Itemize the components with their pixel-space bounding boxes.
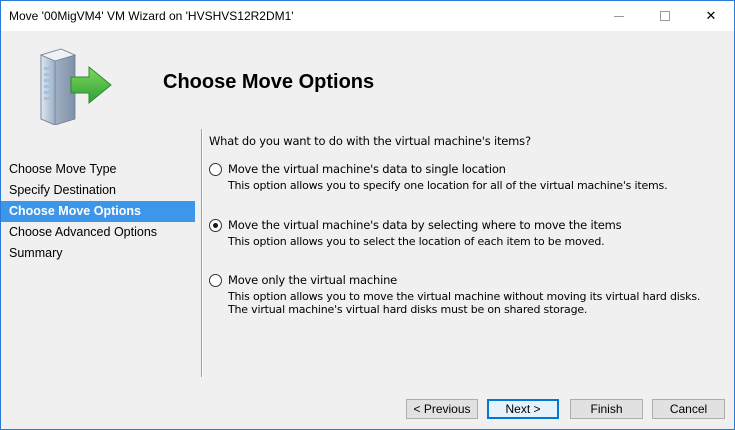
question-text: What do you want to do with the virtual … — [209, 134, 531, 148]
server-move-icon — [39, 48, 112, 125]
title-bar[interactable]: Move '00MigVM4' VM Wizard on 'HVSHVS12R2… — [1, 1, 734, 31]
option-label[interactable]: Move the virtual machine's data by selec… — [228, 218, 622, 232]
nav-item-summary[interactable]: Summary — [1, 243, 195, 264]
page-title: Choose Move Options — [163, 71, 375, 93]
minimize-icon — [614, 15, 624, 17]
nav-item-choose-advanced-options[interactable]: Choose Advanced Options — [1, 222, 195, 243]
maximize-icon — [660, 11, 670, 21]
radio-selected-dot — [213, 223, 218, 228]
radio-select-where[interactable] — [209, 219, 222, 232]
radio-single-location[interactable] — [209, 163, 222, 176]
minimize-button[interactable] — [596, 1, 642, 31]
option-description: This option allows you to select the loc… — [228, 235, 605, 248]
option-label[interactable]: Move the virtual machine's data to singl… — [228, 162, 506, 176]
nav-item-choose-move-type[interactable]: Choose Move Type — [1, 159, 195, 180]
close-button[interactable]: ✕ — [688, 1, 734, 31]
finish-button[interactable]: Finish — [570, 399, 643, 419]
option-description: This option allows you to move the virtu… — [228, 290, 701, 316]
wizard-header: Choose Move Options — [1, 31, 734, 131]
radio-vm-only[interactable] — [209, 274, 222, 287]
option-label[interactable]: Move only the virtual machine — [228, 273, 397, 287]
wizard-steps-nav: Choose Move Type Specify Destination Cho… — [1, 159, 195, 264]
wizard-window: Move '00MigVM4' VM Wizard on 'HVSHVS12R2… — [0, 0, 735, 430]
previous-button[interactable]: < Previous — [406, 399, 478, 419]
window-title: Move '00MigVM4' VM Wizard on 'HVSHVS12R2… — [9, 9, 294, 23]
next-button[interactable]: Next > — [487, 399, 559, 419]
nav-divider — [201, 129, 203, 377]
nav-item-choose-move-options[interactable]: Choose Move Options — [1, 201, 195, 222]
nav-item-specify-destination[interactable]: Specify Destination — [1, 180, 195, 201]
maximize-button[interactable] — [642, 1, 688, 31]
option-description: This option allows you to specify one lo… — [228, 179, 668, 192]
close-icon: ✕ — [705, 8, 717, 23]
cancel-button[interactable]: Cancel — [652, 399, 725, 419]
